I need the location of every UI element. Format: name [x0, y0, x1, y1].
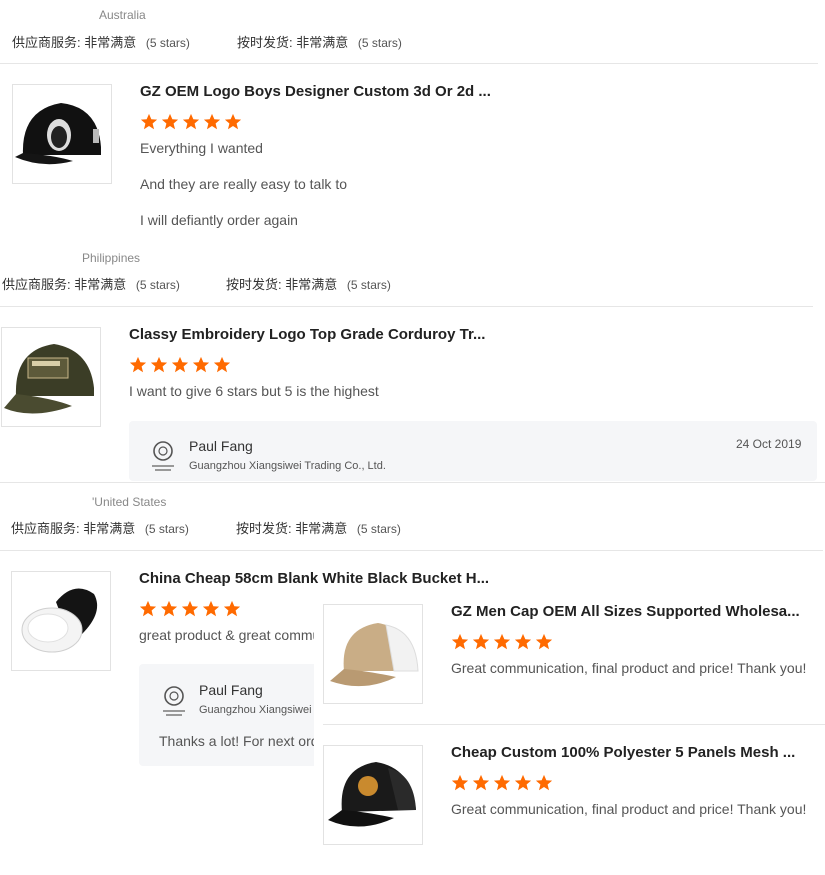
- star-icon: [472, 633, 490, 650]
- product-thumbnail[interactable]: [11, 571, 111, 671]
- reviewer-country: Australia: [99, 8, 146, 22]
- delivery-stars: (5 stars): [356, 522, 401, 536]
- product-title-link[interactable]: Classy Embroidery Logo Top Grade Corduro…: [129, 326, 485, 343]
- star-icon: [224, 113, 242, 130]
- divider: [0, 306, 813, 307]
- supplier-reply: Paul Fang Guangzhou Xiangsiwei Thanks a …: [139, 664, 319, 766]
- star-icon: [472, 774, 490, 791]
- product-title-link[interactable]: GZ Men Cap OEM All Sizes Supported Whole…: [451, 603, 800, 620]
- delivery-label: 按时发货:: [236, 521, 292, 536]
- supplier-service-rating: 供应商服务: 非常满意 (5 stars): [12, 32, 190, 51]
- divider: [0, 550, 823, 551]
- star-icon: [514, 633, 532, 650]
- star-icon: [514, 774, 532, 791]
- delivery-rating: 按时发货: 非常满意 (5 stars): [237, 32, 402, 51]
- supplier-service-value: 非常满意: [84, 35, 137, 50]
- reply-company: Guangzhou Xiangsiwei: [199, 704, 312, 716]
- supplier-logo-icon: [163, 686, 185, 716]
- supplier-service-value: 非常满意: [74, 277, 127, 292]
- delivery-stars: (5 stars): [346, 278, 391, 292]
- reply-author: Paul Fang: [189, 438, 253, 454]
- star-icon: [202, 600, 220, 617]
- divider: [0, 482, 825, 483]
- delivery-rating: 按时发货: 非常满意 (5 stars): [236, 518, 401, 537]
- star-icon: [535, 633, 553, 650]
- supplier-service-label: 供应商服务:: [2, 277, 71, 292]
- reply-message: Thanks a lot! For next ord: [159, 733, 319, 749]
- delivery-stars: (5 stars): [357, 36, 402, 50]
- supplier-service-stars: (5 stars): [145, 36, 190, 50]
- rating-stars: [140, 113, 242, 131]
- star-icon: [451, 633, 469, 650]
- supplier-service-stars: (5 stars): [144, 522, 189, 536]
- review-text: I want to give 6 stars but 5 is the high…: [129, 383, 379, 399]
- star-icon: [451, 774, 469, 791]
- rating-stars: [451, 774, 553, 792]
- supplier-service-value: 非常满意: [83, 521, 136, 536]
- review-text: great product & great commu: [139, 627, 321, 643]
- divider: [323, 724, 825, 725]
- supplier-logo-icon: [152, 441, 174, 471]
- star-icon: [129, 356, 147, 373]
- product-thumbnail[interactable]: [323, 745, 423, 845]
- star-icon: [213, 356, 231, 373]
- delivery-value: 非常满意: [295, 521, 348, 536]
- star-icon: [139, 600, 157, 617]
- star-icon: [160, 600, 178, 617]
- overlay-panel: GZ Men Cap OEM All Sizes Supported Whole…: [314, 590, 825, 875]
- star-icon: [171, 356, 189, 373]
- reply-author: Paul Fang: [199, 682, 263, 698]
- star-icon: [161, 113, 179, 130]
- star-icon: [181, 600, 199, 617]
- supplier-service-label: 供应商服务:: [11, 521, 80, 536]
- star-icon: [192, 356, 210, 373]
- star-icon: [140, 113, 158, 130]
- star-icon: [493, 633, 511, 650]
- review-text: I will defiantly order again: [140, 212, 298, 228]
- delivery-label: 按时发货:: [237, 35, 293, 50]
- star-icon: [203, 113, 221, 130]
- rating-stars: [139, 600, 241, 618]
- delivery-rating: 按时发货: 非常满意 (5 stars): [226, 274, 391, 293]
- divider: [0, 63, 818, 64]
- product-title-link[interactable]: China Cheap 58cm Blank White Black Bucke…: [139, 570, 489, 587]
- reply-company: Guangzhou Xiangsiwei Trading Co., Ltd.: [189, 460, 386, 472]
- supplier-service-stars: (5 stars): [135, 278, 180, 292]
- rating-stars: [129, 356, 231, 374]
- review-text: And they are really easy to talk to: [140, 176, 347, 192]
- supplier-reply: Paul Fang Guangzhou Xiangsiwei Trading C…: [129, 421, 817, 481]
- star-icon: [535, 774, 553, 791]
- review-text: Great communication, final product and p…: [451, 801, 807, 817]
- supplier-service-rating: 供应商服务: 非常满意 (5 stars): [2, 274, 180, 293]
- delivery-label: 按时发货:: [226, 277, 282, 292]
- product-title-link[interactable]: Cheap Custom 100% Polyester 5 Panels Mes…: [451, 744, 795, 761]
- supplier-service-label: 供应商服务:: [12, 35, 81, 50]
- star-icon: [493, 774, 511, 791]
- product-thumbnail[interactable]: [1, 327, 101, 427]
- delivery-value: 非常满意: [285, 277, 338, 292]
- rating-stars: [451, 633, 553, 651]
- reviewer-country: 'United States: [92, 495, 167, 509]
- star-icon: [150, 356, 168, 373]
- reviewer-country: Philippines: [82, 251, 141, 265]
- product-title-link[interactable]: GZ OEM Logo Boys Designer Custom 3d Or 2…: [140, 83, 491, 100]
- delivery-value: 非常满意: [296, 35, 349, 50]
- product-thumbnail[interactable]: [12, 84, 112, 184]
- product-thumbnail[interactable]: [323, 604, 423, 704]
- review-text: Great communication, final product and p…: [451, 660, 807, 676]
- review-text: Everything I wanted: [140, 140, 263, 156]
- reply-date: 24 Oct 2019: [736, 437, 802, 451]
- star-icon: [182, 113, 200, 130]
- supplier-service-rating: 供应商服务: 非常满意 (5 stars): [11, 518, 189, 537]
- star-icon: [223, 600, 241, 617]
